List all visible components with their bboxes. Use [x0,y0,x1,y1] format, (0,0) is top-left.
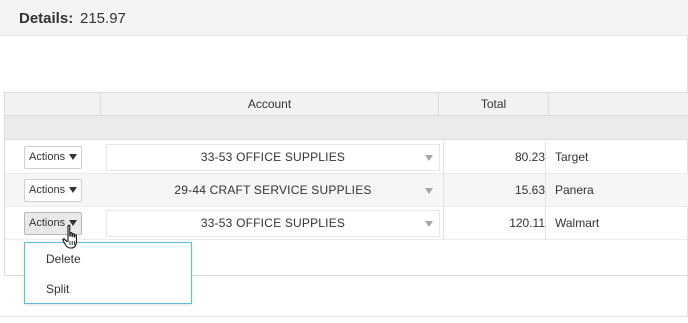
total-cell: 15.63 [443,174,546,207]
hand-pointer-cursor-icon [62,224,77,249]
vendor-cell: Walmart [555,216,600,230]
account-select-value: 33-53 OFFICE SUPPLIES [200,150,346,164]
account-select[interactable]: 33-53 OFFICE SUPPLIES [106,144,440,171]
actions-button[interactable]: Actions [24,179,82,202]
account-select-value: 29-44 CRAFT SERVICE SUPPLIES [174,183,372,197]
column-header-actions [5,93,101,115]
panel-bottom-divider [0,316,688,317]
details-panel: Details: 215.97 Account Total Actions 33… [0,0,688,317]
table-header: Account Total [5,93,688,116]
chevron-down-icon [425,155,433,161]
chevron-down-icon [425,188,433,194]
column-header-account[interactable]: Account [101,93,439,115]
column-header-total[interactable]: Total [439,93,549,115]
details-header: Details: 215.97 [0,0,688,36]
table-row: Actions 33-53 OFFICE SUPPLIES 120.11 Wal… [5,207,688,240]
total-cell: 80.23 [443,141,546,174]
account-select[interactable]: 29-44 CRAFT SERVICE SUPPLIES [106,177,440,204]
details-amount: 215.97 [80,10,126,27]
caret-down-icon [69,154,77,160]
actions-dropdown-menu: Delete Split [24,242,192,304]
account-select[interactable]: 33-53 OFFICE SUPPLIES [106,210,440,237]
actions-button[interactable]: Actions [24,146,82,169]
account-select-value: 33-53 OFFICE SUPPLIES [200,216,346,230]
details-label: Details: [19,10,74,27]
vendor-cell: Target [555,150,589,164]
chevron-down-icon [425,221,433,227]
table-subheader [5,116,688,140]
vendor-cell: Panera [555,183,594,197]
table-row: Actions 29-44 CRAFT SERVICE SUPPLIES 15.… [5,174,688,207]
menu-item-split[interactable]: Split [25,274,191,304]
total-cell: 120.11 [443,207,546,240]
caret-down-icon [69,187,77,193]
actions-button-label: Actions [29,184,66,196]
table-row: Actions 33-53 OFFICE SUPPLIES 80.23 Targ… [5,141,688,174]
actions-button-label: Actions [29,151,66,163]
menu-item-delete[interactable]: Delete [25,244,191,274]
